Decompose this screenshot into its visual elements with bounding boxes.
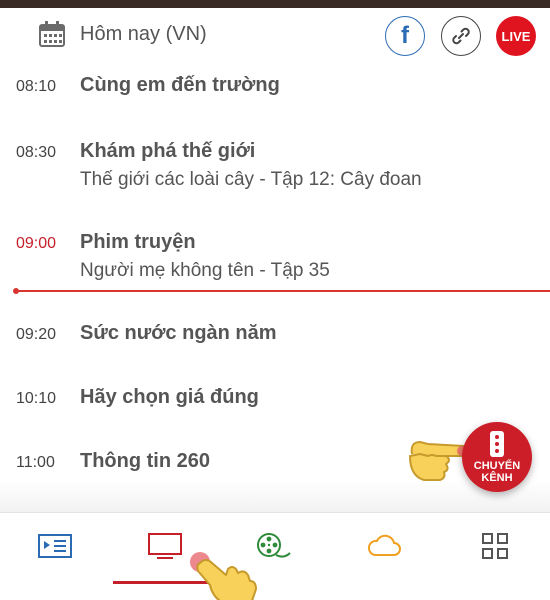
- switch-channel-button[interactable]: CHUYỂN KÊNH: [462, 422, 532, 492]
- grid-icon: [482, 533, 508, 559]
- nav-grid[interactable]: [477, 531, 513, 561]
- top-status-strip: [0, 0, 550, 8]
- nav-cloud[interactable]: [366, 531, 402, 561]
- current-time-dot: [13, 288, 19, 294]
- schedule-time: 08:10: [16, 78, 57, 95]
- copy-link-button[interactable]: [441, 16, 481, 56]
- schedule-title: Phim truyện: [80, 231, 196, 253]
- bottom-nav: [0, 512, 550, 600]
- remote-control-icon: [490, 430, 504, 457]
- facebook-icon: f: [401, 22, 409, 49]
- schedule-subtitle: Thế giới các loài cây - Tập 12: Cây đoan: [80, 169, 422, 190]
- schedule-title: Thông tin 260: [80, 450, 210, 472]
- schedule-title: Khám phá thế giới: [80, 140, 256, 162]
- header: Hôm nay (VN) f LIVE: [0, 8, 550, 62]
- switch-channel-label-2: KÊNH: [481, 471, 513, 484]
- cloud-icon: [367, 534, 401, 556]
- schedule-time: 09:00: [16, 235, 57, 252]
- date-label: Hôm nay (VN): [80, 22, 207, 45]
- film-reel-icon: [257, 533, 291, 558]
- schedule-time: 08:30: [16, 144, 57, 161]
- schedule-time: 11:00: [16, 454, 55, 471]
- schedule-title: Cùng em đến trường: [80, 74, 280, 96]
- current-time-indicator: [15, 290, 550, 292]
- switch-channel-label-1: CHUYỂN: [473, 459, 521, 472]
- nav-program-guide[interactable]: [37, 531, 73, 561]
- schedule-title: Sức nước ngàn năm: [80, 322, 277, 344]
- tv-icon: [148, 533, 182, 559]
- live-button[interactable]: LIVE: [496, 16, 536, 56]
- schedule-time: 09:20: [16, 326, 57, 343]
- schedule-title: Hãy chọn giá đúng: [80, 386, 259, 408]
- calendar-icon: [39, 21, 65, 47]
- nav-tv[interactable]: [147, 531, 183, 561]
- live-label: LIVE: [501, 28, 531, 44]
- date-selector[interactable]: Hôm nay (VN): [38, 20, 207, 48]
- nav-film[interactable]: [256, 531, 292, 561]
- link-icon: [452, 27, 470, 45]
- tap-hand-icon: [190, 552, 257, 600]
- program-guide-icon: [38, 534, 72, 558]
- schedule-time: 10:10: [16, 390, 57, 407]
- facebook-share-button[interactable]: f: [385, 16, 425, 56]
- schedule-subtitle: Người mẹ không tên - Tập 35: [80, 260, 330, 281]
